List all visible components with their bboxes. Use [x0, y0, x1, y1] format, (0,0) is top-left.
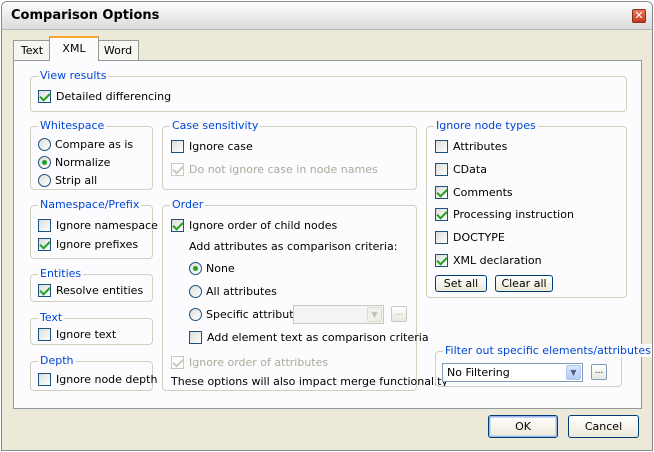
compare-as-is-radio[interactable] [38, 138, 51, 151]
strip-all-label[interactable]: Strip all [55, 174, 97, 187]
merge-impact-note: These options will also impact merge fun… [171, 375, 448, 388]
filter-group: Filter out specific elements/attributes … [435, 344, 652, 387]
ignore-node-depth-checkbox[interactable] [38, 373, 51, 386]
ignore-comments-checkbox[interactable] [435, 186, 448, 199]
normalize-label[interactable]: Normalize [55, 156, 110, 169]
filter-legend: Filter out specific elements/attributes [443, 344, 652, 357]
ignore-text-label[interactable]: Ignore text [56, 328, 116, 341]
specific-attributes-label[interactable]: Specific attributes [206, 308, 306, 321]
filter-value: No Filtering [447, 366, 510, 379]
resolve-entities-checkbox[interactable] [38, 284, 51, 297]
detailed-differencing-label[interactable]: Detailed differencing [56, 90, 171, 103]
do-not-ignore-node-names-checkbox[interactable] [171, 163, 184, 176]
ignore-node-types-legend: Ignore node types [434, 119, 538, 132]
namespace-prefix-group: Namespace/Prefix Ignore namespace Ignore… [30, 198, 158, 259]
strip-all-radio[interactable] [38, 174, 51, 187]
case-sensitivity-group: Case sensitivity Ignore case Do not igno… [162, 119, 417, 190]
filter-browse-button[interactable]: ... [591, 364, 607, 380]
ignore-attribute-order-checkbox[interactable] [171, 356, 184, 369]
ignore-node-depth-label[interactable]: Ignore node depth [56, 373, 157, 386]
ignore-namespace-label[interactable]: Ignore namespace [56, 219, 158, 232]
xml-tab-panel: View results Detailed differencing White… [13, 60, 652, 409]
ignore-text-checkbox[interactable] [38, 328, 51, 341]
ignore-node-types-group: Ignore node types Attributes CData Comme… [426, 119, 627, 298]
ignore-comments-label[interactable]: Comments [453, 186, 513, 199]
add-attributes-heading: Add attributes as comparison criteria: [189, 240, 398, 253]
specific-attributes-radio[interactable] [189, 308, 202, 321]
all-attributes-radio[interactable] [189, 285, 202, 298]
ignore-prefixes-label[interactable]: Ignore prefixes [56, 238, 138, 251]
order-legend: Order [170, 198, 206, 211]
cancel-button[interactable]: Cancel [568, 415, 639, 438]
specific-attributes-browse-button[interactable]: ... [391, 306, 407, 322]
ignore-cdata-label[interactable]: CData [453, 163, 487, 176]
namespace-prefix-legend: Namespace/Prefix [38, 198, 142, 211]
depth-group: Depth Ignore node depth [30, 354, 157, 391]
ignore-attribute-order-label[interactable]: Ignore order of attributes [189, 356, 328, 369]
case-sensitivity-legend: Case sensitivity [170, 119, 261, 132]
do-not-ignore-node-names-label[interactable]: Do not ignore case in node names [189, 163, 378, 176]
ignore-child-order-checkbox[interactable] [171, 219, 184, 232]
order-group: Order Ignore order of child nodes Add at… [162, 198, 448, 391]
ignore-cdata-checkbox[interactable] [435, 163, 448, 176]
tab-xml[interactable]: XML [49, 36, 99, 61]
ok-button[interactable]: OK [488, 415, 558, 438]
all-attributes-label[interactable]: All attributes [206, 285, 277, 298]
whitespace-legend: Whitespace [38, 119, 107, 132]
attributes-none-label[interactable]: None [206, 262, 235, 275]
compare-as-is-label[interactable]: Compare as is [55, 138, 133, 151]
ignore-attributes-label[interactable]: Attributes [453, 140, 507, 153]
specific-attributes-select[interactable]: ▼ [293, 305, 384, 324]
ignore-processing-instruction-label[interactable]: Processing instruction [453, 208, 574, 221]
entities-legend: Entities [38, 267, 84, 280]
view-results-group: View results Detailed differencing [30, 69, 627, 112]
depth-legend: Depth [38, 354, 76, 367]
ignore-case-label[interactable]: Ignore case [189, 140, 253, 153]
entities-group: Entities Resolve entities [30, 267, 153, 302]
ignore-case-checkbox[interactable] [171, 140, 184, 153]
chevron-down-icon: ▼ [566, 365, 581, 380]
ignore-xml-declaration-label[interactable]: XML declaration [453, 254, 542, 267]
ignore-child-order-label[interactable]: Ignore order of child nodes [189, 219, 337, 232]
whitespace-group: Whitespace Compare as is Normalize Strip… [30, 119, 153, 190]
clear-all-button[interactable]: Clear all [495, 275, 553, 292]
add-element-text-checkbox[interactable] [189, 331, 202, 344]
ignore-namespace-checkbox[interactable] [38, 219, 51, 232]
ignore-attributes-checkbox[interactable] [435, 140, 448, 153]
add-element-text-label[interactable]: Add element text as comparison criteria [207, 331, 429, 344]
ignore-doctype-label[interactable]: DOCTYPE [453, 231, 505, 244]
text-group: Text Ignore text [30, 311, 153, 345]
ignore-prefixes-checkbox[interactable] [38, 238, 51, 251]
ignore-processing-instruction-checkbox[interactable] [435, 208, 448, 221]
attributes-none-radio[interactable] [189, 262, 202, 275]
tab-text[interactable]: Text [13, 40, 51, 60]
ignore-xml-declaration-checkbox[interactable] [435, 254, 448, 267]
tab-word[interactable]: Word [97, 40, 139, 60]
resolve-entities-label[interactable]: Resolve entities [56, 284, 143, 297]
filter-select[interactable]: No Filtering ▼ [442, 363, 583, 382]
chevron-down-icon: ▼ [367, 307, 382, 322]
text-legend: Text [38, 311, 65, 324]
comparison-options-dialog: Comparison Options ✕ Text XML Word View … [1, 1, 653, 451]
ignore-doctype-checkbox[interactable] [435, 231, 448, 244]
normalize-radio[interactable] [38, 156, 51, 169]
detailed-differencing-checkbox[interactable] [38, 90, 51, 103]
dialog-title: Comparison Options [11, 8, 160, 23]
set-all-button[interactable]: Set all [435, 275, 487, 292]
close-button[interactable]: ✕ [632, 9, 646, 23]
view-results-legend: View results [38, 69, 109, 82]
title-bar: Comparison Options ✕ [2, 2, 652, 30]
